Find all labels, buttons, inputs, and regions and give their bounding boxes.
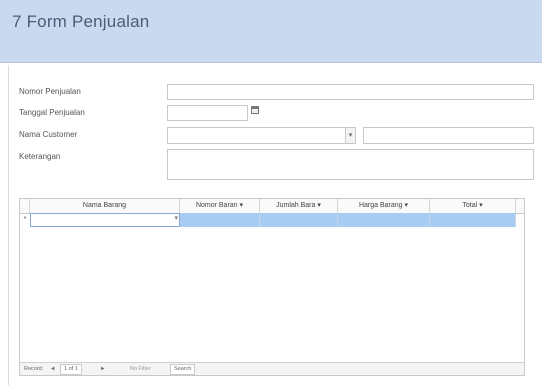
column-label: Jumlah Bara (276, 202, 316, 209)
column-label: Nama Barang (82, 202, 127, 209)
chevron-down-icon[interactable]: ▾ (405, 202, 409, 209)
record-navigation: Record: ◄ 1 of 1 ► No Filter Search (20, 362, 524, 375)
form-header: 7 Form Penjualan (0, 0, 542, 63)
search-input[interactable]: Search (170, 364, 196, 375)
column-label: Total (462, 202, 478, 209)
form-title: 7 Form Penjualan (12, 12, 150, 31)
column-header-harga-barang[interactable]: Harga Barang ▾ (338, 199, 430, 213)
filter-indicator[interactable]: No Filter (130, 363, 151, 375)
column-label: Nomor Baran (195, 202, 238, 209)
grid-header: Nama Barang Nomor Baran ▾ Jumlah Bara ▾ … (20, 199, 524, 214)
detail-subform: Nama Barang Nomor Baran ▾ Jumlah Bara ▾ … (19, 198, 525, 376)
cell-jumlah-barang[interactable] (260, 213, 338, 227)
nama-customer-combo[interactable]: ▾ (167, 127, 356, 144)
nomor-penjualan-field[interactable] (167, 84, 534, 100)
column-header-jumlah-barang[interactable]: Jumlah Bara ▾ (260, 199, 338, 213)
select-all-cell[interactable] (20, 199, 30, 213)
label-nomor-penjualan: Nomor Penjualan (19, 87, 81, 96)
chevron-down-icon[interactable]: ▾ (240, 202, 244, 209)
chevron-down-icon[interactable]: ▾ (317, 202, 321, 209)
label-nama-customer: Nama Customer (19, 130, 78, 139)
tanggal-penjualan-field[interactable] (167, 105, 248, 121)
calendar-icon[interactable] (251, 106, 259, 114)
column-header-nama-barang[interactable]: Nama Barang (30, 199, 180, 213)
chevron-down-icon[interactable]: ▾ (174, 214, 178, 222)
cell-nama-barang[interactable]: ▾ (30, 213, 180, 227)
table-row[interactable]: ▾ (30, 213, 518, 227)
new-record-marker: * (23, 216, 27, 223)
cell-nomor-barang[interactable] (180, 213, 260, 227)
column-header-nomor-barang[interactable]: Nomor Baran ▾ (180, 199, 260, 213)
chevron-down-icon[interactable]: ▾ (345, 128, 355, 143)
keterangan-field[interactable] (167, 149, 534, 180)
label-tanggal-penjualan: Tanggal Penjualan (19, 108, 85, 117)
chevron-down-icon[interactable]: ▾ (479, 202, 483, 209)
current-record-input[interactable]: 1 of 1 (60, 364, 82, 375)
record-label: Record: (24, 366, 44, 372)
customer-detail-field[interactable] (363, 127, 534, 144)
first-record-button[interactable]: ◄ (50, 363, 55, 375)
cell-harga-barang[interactable] (338, 213, 430, 227)
column-label: Harga Barang (358, 202, 403, 209)
label-keterangan: Keterangan (19, 152, 61, 161)
cell-total[interactable] (430, 213, 516, 227)
column-header-total[interactable]: Total ▾ (430, 199, 516, 213)
next-record-button[interactable]: ► (100, 363, 105, 375)
